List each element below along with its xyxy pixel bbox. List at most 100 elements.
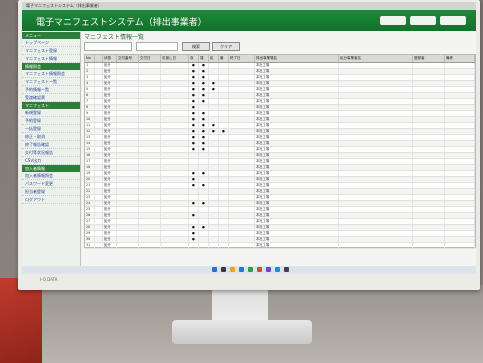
sidebar-link[interactable]: トップページ <box>22 39 80 47</box>
column-header[interactable]: 登録者 <box>413 55 445 62</box>
table-cell[interactable]: 18 <box>85 165 95 170</box>
table-cell[interactable]: 22 <box>85 189 95 194</box>
sidebar-link[interactable]: 一括登録 <box>22 125 80 133</box>
search-input-1[interactable] <box>84 42 132 51</box>
sidebar-link[interactable]: ログアウト <box>22 196 80 204</box>
sidebar-link[interactable]: 新規登録 <box>22 109 80 117</box>
table-cell <box>209 183 219 188</box>
table-cell: 処分 <box>103 81 117 86</box>
table-cell[interactable]: 5 <box>85 87 95 92</box>
table-cell[interactable]: 26 <box>85 213 95 218</box>
table-cell[interactable]: 3 <box>85 75 95 80</box>
column-header[interactable]: 引渡し日 <box>161 55 189 62</box>
table-cell: ● <box>199 99 209 104</box>
column-header[interactable]: 処 <box>209 55 219 62</box>
table-cell[interactable]: 23 <box>85 195 95 200</box>
sidebar-link[interactable]: 受渡確認票 <box>22 94 80 102</box>
taskbar-app-icon[interactable] <box>266 267 271 272</box>
table-row[interactable]: 31 処分 本社工場 <box>85 243 475 249</box>
search-button[interactable]: 検索 <box>182 42 210 51</box>
header-button-2[interactable] <box>410 16 436 25</box>
table-cell[interactable]: 20 <box>85 177 95 182</box>
sidebar-link[interactable]: マニフェスト情報照会 <box>22 70 80 78</box>
table-cell <box>229 159 255 164</box>
column-header[interactable]: 終了日 <box>229 55 255 62</box>
table-cell <box>117 63 139 68</box>
sidebar-link[interactable]: 担当者登録 <box>22 188 80 196</box>
table-cell <box>95 183 103 188</box>
sidebar-link[interactable]: 加入者情報照会 <box>22 172 80 180</box>
table-cell <box>219 75 229 80</box>
column-header[interactable]: 交付番号 <box>117 55 139 62</box>
column-header[interactable]: 収 <box>189 55 199 62</box>
column-header[interactable]: 状態 <box>103 55 117 62</box>
taskbar-app-icon[interactable] <box>257 267 262 272</box>
table-cell <box>445 183 475 188</box>
taskbar-app-icon[interactable] <box>275 267 280 272</box>
sidebar-link[interactable]: 修正・取消 <box>22 133 80 141</box>
table-cell[interactable]: 2 <box>85 69 95 74</box>
table-cell: ● <box>199 123 209 128</box>
table-cell[interactable]: 6 <box>85 93 95 98</box>
clear-button[interactable]: クリア <box>212 42 240 51</box>
taskbar-app-icon[interactable] <box>248 267 253 272</box>
column-header[interactable] <box>95 55 103 62</box>
column-header[interactable]: No <box>85 55 95 62</box>
table-cell: 処分 <box>103 201 117 206</box>
sidebar-link[interactable]: 交付等状況報告 <box>22 149 80 157</box>
sidebar-link[interactable]: 終了報告確認 <box>22 141 80 149</box>
sidebar-link[interactable]: マニフェスト情報 <box>22 55 80 63</box>
table-cell[interactable]: 16 <box>85 153 95 158</box>
table-header: No 状態 交付番号 交付日 引渡し日収運処最終了日 排出事業場名 処分事業者名 登録者 備考 <box>85 55 475 63</box>
table-cell[interactable]: 25 <box>85 207 95 212</box>
table-cell[interactable]: 31 <box>85 243 95 248</box>
column-header[interactable]: 排出事業場名 <box>255 55 339 62</box>
table-cell[interactable]: 10 <box>85 117 95 122</box>
table-cell <box>209 63 219 68</box>
table-cell[interactable]: 13 <box>85 135 95 140</box>
table-cell <box>161 117 189 122</box>
table-cell[interactable]: 11 <box>85 123 95 128</box>
column-header[interactable]: 最 <box>219 55 229 62</box>
sidebar-link[interactable]: マニフェスト登録 <box>22 47 80 55</box>
table-cell[interactable]: 19 <box>85 171 95 176</box>
table-cell[interactable]: 12 <box>85 129 95 134</box>
table-cell[interactable]: 9 <box>85 111 95 116</box>
header-button-3[interactable] <box>440 16 466 25</box>
table-cell[interactable]: 29 <box>85 231 95 236</box>
column-header[interactable]: 備考 <box>445 55 475 62</box>
sidebar-link[interactable]: 予約情報一覧 <box>22 86 80 94</box>
column-header[interactable]: 運 <box>199 55 209 62</box>
sidebar-link[interactable]: パスワード変更 <box>22 180 80 188</box>
table-cell[interactable]: 8 <box>85 105 95 110</box>
sidebar-link[interactable]: 予約登録 <box>22 117 80 125</box>
table-cell[interactable]: 17 <box>85 159 95 164</box>
column-header[interactable]: 交付日 <box>139 55 161 62</box>
taskbar-app-icon[interactable] <box>221 267 226 272</box>
search-input-2[interactable] <box>136 42 178 51</box>
table-cell <box>95 123 103 128</box>
table-cell[interactable]: 4 <box>85 81 95 86</box>
table-cell: ● <box>199 63 209 68</box>
header-button-1[interactable] <box>380 16 406 25</box>
table-cell[interactable]: 21 <box>85 183 95 188</box>
taskbar-app-icon[interactable] <box>230 267 235 272</box>
table-cell[interactable]: 30 <box>85 237 95 242</box>
table-cell[interactable]: 24 <box>85 201 95 206</box>
table-cell <box>95 153 103 158</box>
table-cell <box>95 237 103 242</box>
table-cell[interactable]: 15 <box>85 147 95 152</box>
table-cell[interactable]: 1 <box>85 63 95 68</box>
taskbar-app-icon[interactable] <box>239 267 244 272</box>
sidebar-link[interactable]: マニフェスト一覧 <box>22 78 80 86</box>
sidebar-link[interactable]: CSV出力 <box>22 157 80 165</box>
table-cell[interactable]: 14 <box>85 141 95 146</box>
table-cell <box>445 207 475 212</box>
table-cell[interactable]: 27 <box>85 219 95 224</box>
table-cell <box>339 75 413 80</box>
table-cell[interactable]: 28 <box>85 225 95 230</box>
column-header[interactable]: 処分事業者名 <box>339 55 413 62</box>
windows-start-icon[interactable] <box>212 267 217 272</box>
table-cell[interactable]: 7 <box>85 99 95 104</box>
taskbar-app-icon[interactable] <box>284 267 289 272</box>
